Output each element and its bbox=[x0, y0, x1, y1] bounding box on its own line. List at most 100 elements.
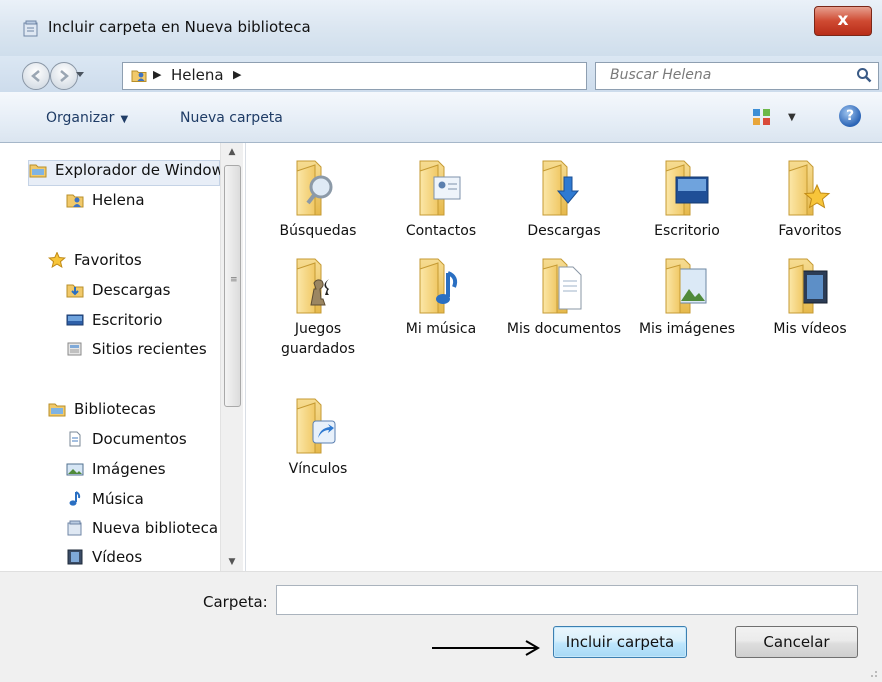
breadcrumb-separator-icon[interactable]: ▶ bbox=[233, 68, 241, 81]
folder-juegos-guardados[interactable]: Juegos guardados bbox=[257, 255, 379, 359]
nav-item-videos[interactable]: Vídeos bbox=[66, 548, 142, 571]
breadcrumb-separator-icon[interactable]: ▶ bbox=[153, 68, 161, 81]
navigation-tree: Explorador de Windows Helena Favoritos D… bbox=[0, 143, 230, 571]
folder-label: Juegos guardados bbox=[280, 321, 356, 357]
folder-favoritos[interactable]: Favoritos bbox=[749, 157, 871, 241]
folder-mi-musica[interactable]: Mi música bbox=[380, 255, 502, 339]
video-icon bbox=[67, 549, 83, 565]
organize-menu[interactable]: Organizar ▼ bbox=[46, 110, 128, 126]
folder-name-input[interactable] bbox=[276, 585, 858, 615]
user-folder-icon bbox=[131, 70, 147, 82]
nav-item-label: Favoritos bbox=[74, 251, 142, 269]
downloads-folder-icon bbox=[542, 160, 580, 216]
documents-folder-icon bbox=[542, 258, 582, 314]
folder-label: Favoritos bbox=[778, 223, 842, 239]
folder-busquedas[interactable]: Búsquedas bbox=[257, 157, 379, 241]
resize-grip-icon[interactable] bbox=[868, 668, 878, 678]
star-icon bbox=[48, 252, 66, 268]
nav-item-explorer[interactable]: Explorador de Windows bbox=[28, 160, 230, 186]
dialog-footer: Carpeta: Incluir carpeta Cancelar bbox=[0, 571, 882, 682]
contacts-folder-icon bbox=[419, 160, 461, 216]
saved-games-folder-icon bbox=[296, 258, 329, 314]
nav-item-escritorio[interactable]: Escritorio bbox=[66, 311, 162, 335]
nav-item-documentos[interactable]: Documentos bbox=[66, 430, 187, 454]
folder-mis-imagenes[interactable]: Mis imágenes bbox=[626, 255, 748, 339]
recent-pages-dropdown-icon[interactable] bbox=[76, 72, 84, 77]
nav-item-label: Escritorio bbox=[92, 311, 163, 329]
nav-item-sitios-recientes[interactable]: Sitios recientes bbox=[66, 340, 207, 364]
favorites-folder-icon bbox=[788, 160, 831, 216]
search-box[interactable] bbox=[595, 62, 879, 90]
cancel-button[interactable]: Cancelar bbox=[735, 626, 858, 658]
nav-item-helena[interactable]: Helena bbox=[66, 191, 145, 215]
nav-item-label: Imágenes bbox=[92, 460, 166, 478]
desktop-icon bbox=[66, 314, 84, 326]
dialog-window: Incluir carpeta en Nueva biblioteca x ▶ … bbox=[0, 0, 882, 682]
music-folder-icon bbox=[419, 258, 458, 314]
nav-item-label: Nueva biblioteca bbox=[92, 519, 219, 537]
window-title: Incluir carpeta en Nueva biblioteca bbox=[48, 18, 311, 36]
recent-places-icon bbox=[67, 342, 82, 356]
nav-item-label: Documentos bbox=[92, 430, 187, 448]
help-icon[interactable]: ? bbox=[839, 105, 861, 127]
nav-item-label: Música bbox=[92, 490, 144, 508]
folder-label: Mi música bbox=[405, 321, 477, 337]
nav-item-label: Vídeos bbox=[92, 548, 143, 566]
folder-label: Escritorio bbox=[654, 223, 720, 239]
folder-vinculos[interactable]: Vínculos bbox=[257, 395, 379, 479]
close-button[interactable]: x bbox=[814, 6, 872, 36]
nav-item-musica[interactable]: Música bbox=[66, 490, 144, 514]
folder-label: Vínculos bbox=[288, 461, 348, 477]
address-box[interactable]: ▶ Helena ▶ ▼ ⇆ bbox=[122, 62, 699, 90]
nav-item-nueva-biblioteca[interactable]: Nueva biblioteca bbox=[66, 519, 218, 543]
pictures-icon bbox=[66, 463, 84, 476]
folder-label: Mis documentos bbox=[506, 321, 622, 337]
view-options-dropdown-icon[interactable]: ▼ bbox=[788, 112, 796, 123]
user-folder-icon bbox=[66, 194, 84, 208]
folder-mis-documentos[interactable]: Mis documentos bbox=[503, 255, 625, 339]
nav-item-favoritos[interactable]: Favoritos bbox=[48, 251, 142, 275]
address-bar-area: ▶ Helena ▶ ▼ ⇆ bbox=[0, 56, 882, 92]
title-bar: Incluir carpeta en Nueva biblioteca x bbox=[0, 0, 882, 56]
searches-folder-icon bbox=[296, 160, 333, 216]
pictures-folder-icon bbox=[665, 258, 707, 314]
navigation-pane: Explorador de Windows Helena Favoritos D… bbox=[0, 143, 246, 571]
nav-item-bibliotecas[interactable]: Bibliotecas bbox=[48, 400, 156, 424]
include-folder-button[interactable]: Incluir carpeta bbox=[553, 626, 687, 658]
music-icon bbox=[69, 491, 81, 506]
forward-button[interactable] bbox=[50, 62, 78, 90]
folder-label: Mis imágenes bbox=[638, 321, 736, 337]
scroll-up-icon[interactable]: ▲ bbox=[221, 143, 243, 161]
folder-label: Búsquedas bbox=[279, 223, 357, 239]
scroll-down-icon[interactable]: ▼ bbox=[221, 553, 243, 571]
folder-field-label: Carpeta: bbox=[203, 593, 268, 611]
forward-arrow-icon bbox=[60, 70, 69, 82]
nav-item-descargas[interactable]: Descargas bbox=[66, 281, 170, 305]
folder-escritorio[interactable]: Escritorio bbox=[626, 157, 748, 241]
folder-label: Mis vídeos bbox=[773, 321, 847, 337]
explorer-folder-icon bbox=[29, 164, 47, 178]
folder-descargas[interactable]: Descargas bbox=[503, 157, 625, 241]
folder-view: Búsquedas Contactos Descargas Escritorio… bbox=[246, 143, 882, 571]
links-folder-icon bbox=[296, 398, 336, 454]
videos-folder-icon bbox=[788, 258, 828, 314]
nav-item-label: Descargas bbox=[92, 281, 171, 299]
nav-item-label: Bibliotecas bbox=[74, 400, 156, 418]
folder-mis-videos[interactable]: Mis vídeos bbox=[749, 255, 871, 339]
downloads-icon bbox=[66, 284, 84, 298]
breadcrumb-helena[interactable]: Helena bbox=[171, 66, 224, 84]
pointer-arrow-icon bbox=[432, 640, 540, 656]
organize-label: Organizar bbox=[46, 110, 115, 126]
nav-item-label: Sitios recientes bbox=[92, 340, 207, 358]
search-input[interactable] bbox=[608, 66, 842, 84]
new-folder-button[interactable]: Nueva carpeta bbox=[180, 110, 283, 126]
document-icon bbox=[69, 431, 81, 447]
libraries-icon bbox=[48, 403, 66, 417]
change-view-icon[interactable] bbox=[752, 108, 772, 126]
nav-item-imagenes[interactable]: Imágenes bbox=[66, 460, 166, 484]
scroll-thumb[interactable]: ≡ bbox=[224, 165, 241, 407]
search-icon[interactable] bbox=[856, 67, 872, 83]
nav-scrollbar[interactable]: ▲ ≡ ▼ bbox=[220, 143, 243, 571]
folder-contactos[interactable]: Contactos bbox=[380, 157, 502, 241]
back-button[interactable] bbox=[22, 62, 50, 90]
